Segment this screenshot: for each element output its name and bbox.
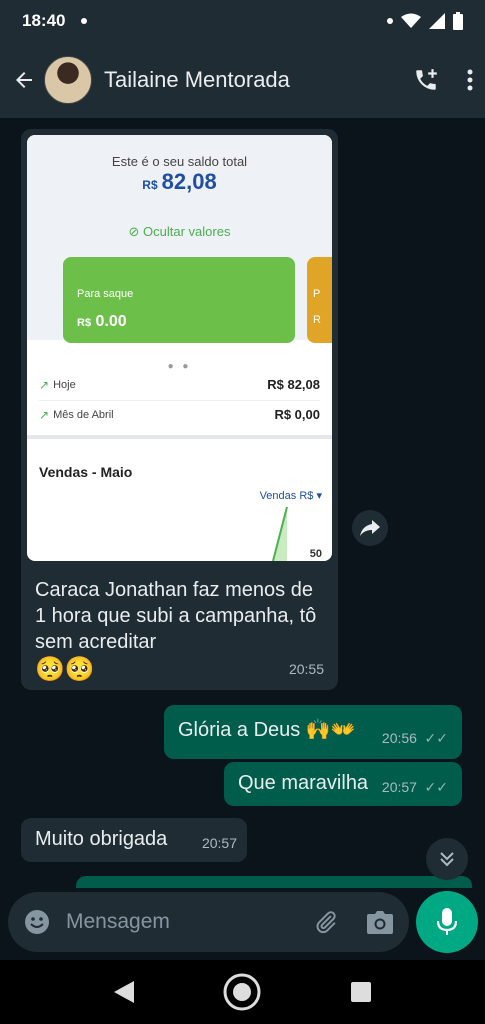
message-meta: 20:56 ✓✓ [382,724,448,751]
nav-recents-icon[interactable] [350,982,371,1002]
chat-header: Tailaine Mentorada [0,42,485,118]
message-text: Muito obrigada [35,828,168,850]
message-time: 20:55 [288,661,324,677]
row-month: ↗ Mês de Abril R$ 0,00 [39,400,320,428]
message-text: Caraca Jonathan faz menos de 1 hora que … [35,579,317,653]
dot-icon [387,18,393,24]
message-incoming[interactable]: Muito obrigada 20:57 [21,818,247,862]
row-month-label: Mês de Abril [53,408,114,421]
attach-icon[interactable] [313,909,339,935]
section-divider [27,435,332,439]
status-time: 18:40 [22,11,66,30]
emoji-icon[interactable] [24,909,50,935]
withdraw-card: Para saque R$ 0.00 [63,257,295,343]
mic-icon [437,908,457,935]
chart-axis-tick: 50 [309,548,322,560]
message-time: 20:56 [381,730,417,746]
notification-dot-icon [81,18,88,24]
mic-button[interactable] [416,891,478,953]
message-input[interactable]: Mensagem [66,910,170,934]
contact-name[interactable]: Tailaine Mentorada [104,67,290,93]
status-icons [387,12,463,30]
forward-icon [360,520,380,536]
message-time: 20:57 [381,779,417,795]
sales-select-label: Vendas R$ [259,490,314,502]
avatar[interactable] [44,56,92,104]
add-call-icon[interactable] [413,67,439,93]
nav-back-icon[interactable] [114,981,135,1003]
message-text: Glória a Deus 🙌👐 [178,719,356,741]
row-month-value: R$ 0,00 [274,406,320,422]
withdraw-card-value: R$ 0.00 [77,309,281,336]
system-nav-bar [0,960,485,1024]
chat-area[interactable]: Este é o seu saldo total R$ 82,08 ⊘ Ocult… [0,118,485,890]
hide-values-label: Ocultar valores [143,224,231,239]
double-check-icon: ✓✓ [424,779,448,795]
row-today: ↗ Hoje R$ 82,08 [39,371,320,399]
row-today-value: R$ 82,08 [267,377,320,392]
double-chevron-down-icon [440,852,454,867]
pending-card: P R [307,257,332,343]
wifi-icon [401,13,421,28]
message-time: 20:57 [201,835,237,851]
pending-card-label: P [313,288,321,300]
message-text: Que maravilha [238,772,369,794]
double-check-icon: ✓✓ [424,730,448,746]
withdraw-card-label: Para saque [77,288,134,300]
balance-amount: 82,08 [161,169,217,194]
balance-value: R$ 82,08 [27,169,332,198]
row-today-label: Hoje [53,379,76,391]
message-incoming-image[interactable]: Este é o seu saldo total R$ 82,08 ⊘ Ocult… [21,129,338,690]
balance-currency: R$ [142,178,158,192]
nav-home-icon[interactable] [222,972,262,1012]
signal-icon [429,13,445,29]
message-emoji: 🥺🥺 [35,656,95,683]
shared-screenshot[interactable]: Este é o seu saldo total R$ 82,08 ⊘ Ocult… [27,135,332,561]
more-options-icon[interactable] [467,68,473,92]
withdraw-currency: R$ [77,317,92,329]
status-bar: 18:40 [0,0,485,42]
back-arrow-icon[interactable] [12,68,36,92]
sales-select: Vendas R$ ▾ [260,483,322,509]
trend-up-icon: ↗ [39,407,50,422]
eye-off-icon: ⊘ [128,224,140,239]
sales-chart-line [272,507,288,561]
message-outgoing-partial [76,876,472,888]
message-input-bar[interactable]: Mensagem [8,892,409,952]
forward-button[interactable] [352,510,388,546]
caret-down-icon: ▾ [316,490,322,502]
message-meta: 20:57 ✓✓ [382,773,448,800]
message-outgoing[interactable]: Que maravilha 20:57 ✓✓ [224,762,462,806]
hide-values-link: ⊘ Ocultar valores [27,219,332,245]
trend-up-icon: ↗ [39,378,50,392]
message-outgoing[interactable]: Glória a Deus 🙌👐 20:56 ✓✓ [164,705,462,759]
camera-icon[interactable] [367,910,393,934]
sales-title: Vendas - Maio [39,464,133,480]
withdraw-amount: 0.00 [95,313,127,330]
battery-icon [453,12,463,30]
pending-card-value: R [313,314,321,326]
scroll-to-bottom-button[interactable] [426,838,468,880]
